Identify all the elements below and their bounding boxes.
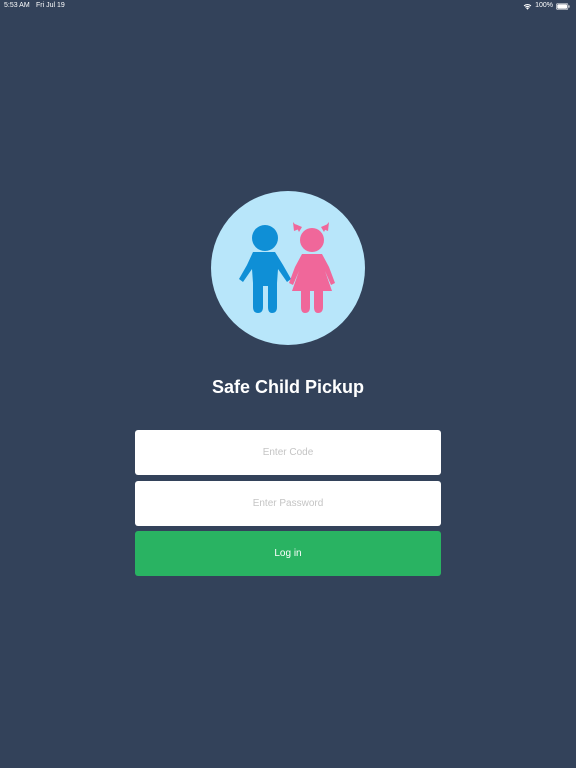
boy-figure [239, 225, 291, 313]
girl-figure [289, 222, 335, 313]
status-date: Fri Jul 19 [36, 2, 65, 9]
battery-icon [556, 2, 570, 10]
status-time: 5:53 AM [4, 2, 30, 9]
battery-percentage: 100% [535, 2, 553, 9]
password-input[interactable] [135, 481, 441, 526]
login-button[interactable]: Log in [135, 531, 441, 576]
app-title: Safe Child Pickup [211, 377, 365, 397]
code-input[interactable] [135, 430, 441, 475]
status-bar: 5:53 AM Fri Jul 19 100% [0, 0, 576, 12]
children-icon [239, 222, 335, 313]
app-logo [211, 191, 365, 345]
wifi-icon [523, 3, 532, 10]
status-indicators: 100% [523, 0, 570, 12]
